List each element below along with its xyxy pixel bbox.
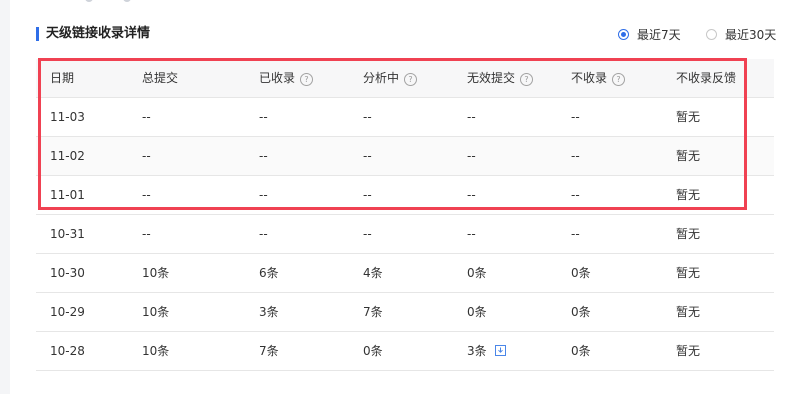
cell-not-indexed: 0条 [571,305,591,319]
cell-date: 10-29 [50,305,85,319]
top-radio-remnant [85,0,145,2]
cell-not-indexed: -- [571,227,580,241]
range-30-days[interactable]: 最近30天 [706,25,776,43]
table-row: 10-28 10条 7条 0条 3条 0条 暂无 [36,332,774,371]
cell-indexed: 3条 [259,305,279,319]
cell-invalid: 0条 [467,305,487,319]
cell-indexed: 7条 [259,344,279,358]
range-7-label: 最近7天 [637,27,681,42]
cell-feedback: 暂无 [676,344,701,358]
range-7-days[interactable]: 最近7天 [618,25,681,43]
radio-7-days[interactable] [618,28,629,40]
table-row: 10-30 10条 6条 4条 0条 0条 暂无 [36,254,774,293]
table-row: 10-31 -- -- -- -- -- 暂无 [36,215,774,254]
range-30-label: 最近30天 [725,27,777,42]
cell-date: 10-30 [50,266,85,280]
radio-30-days[interactable] [706,28,717,40]
cell-invalid: 3条 [467,332,506,370]
cell-date: 10-31 [50,227,85,241]
cell-date: 10-28 [50,344,85,358]
cell-indexed: -- [259,227,268,241]
cell-feedback: 暂无 [676,227,701,241]
cell-not-indexed: 0条 [571,266,591,280]
cell-analyzing: 4条 [363,266,383,280]
cell-analyzing: -- [363,227,372,241]
cell-analyzing: 0条 [363,344,383,358]
cell-invalid: 0条 [467,266,487,280]
cell-total: 10条 [142,266,170,280]
left-gutter [0,0,10,394]
section-title: 天级链接收录详情 [36,24,150,44]
cell-not-indexed: 0条 [571,344,591,358]
cell-invalid: -- [467,227,476,241]
download-icon[interactable] [494,345,506,356]
highlight-box [38,58,747,210]
table-row: 10-29 10条 3条 7条 0条 0条 暂无 [36,293,774,332]
cell-feedback: 暂无 [676,266,701,280]
cell-analyzing: 7条 [363,305,383,319]
cell-invalid-value: 3条 [467,344,487,358]
cell-total: 10条 [142,344,170,358]
cell-indexed: 6条 [259,266,279,280]
cell-total: 10条 [142,305,170,319]
cell-feedback: 暂无 [676,305,701,319]
cell-total: -- [142,227,151,241]
